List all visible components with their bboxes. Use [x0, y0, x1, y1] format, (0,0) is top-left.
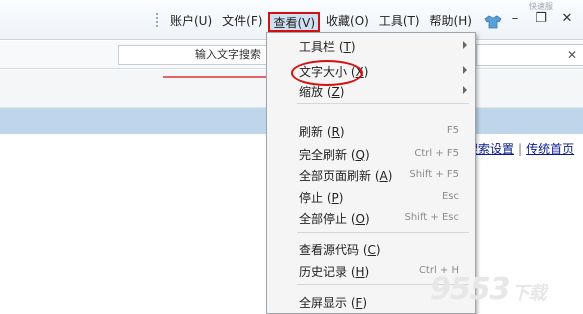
option-text: 工具栏 [299, 40, 336, 54]
menu-option-label: 全部停止 (O) [299, 212, 370, 226]
option-text: 全部页面刷新 [299, 169, 372, 183]
option-shortcut: Esc [441, 191, 459, 202]
menu-option-label: 全部页面刷新 (A) [299, 169, 393, 183]
menu-option-r[interactable]: 刷新 (R) F5 [267, 121, 475, 141]
menu-option-label: 历史记录 (H) [299, 265, 370, 279]
clear-address-icon[interactable]: ✕ [567, 48, 577, 62]
menu-option-label: 刷新 (R) [299, 125, 345, 139]
option-shortcut: F5 [446, 125, 459, 136]
menu-separator [297, 103, 469, 104]
option-accelerator: A [379, 169, 388, 183]
menu-option-label: 完全刷新 (Q) [299, 148, 370, 162]
option-shortcut: Shift + Esc [404, 212, 460, 223]
option-text: 缩放 [299, 85, 324, 99]
submenu-arrow-icon [463, 41, 467, 49]
menu-option-label: 查看源代码 (C) [299, 243, 381, 257]
menu-item-4[interactable]: 工具(T) [375, 12, 424, 32]
close-icon[interactable]: ✕ [559, 10, 575, 26]
skin-shirt-icon[interactable] [484, 15, 502, 29]
address-field[interactable]: ✕ [476, 44, 583, 66]
classic-homepage-link[interactable]: 传统首页 [526, 140, 574, 157]
menu-option-label: 缩放 (Z) [299, 85, 345, 99]
option-text: 历史记录 [299, 265, 348, 279]
menu-option-z[interactable]: 缩放 (Z) [267, 81, 475, 101]
option-text: 全屏显示 [299, 296, 348, 310]
menu-option-t[interactable]: 工具栏 (T) [267, 36, 475, 56]
watermark-logo: 9553 下载 [430, 272, 547, 307]
menu-option-p[interactable]: 停止 (P) Esc [267, 187, 475, 207]
option-accelerator: R [331, 125, 340, 139]
menu-item-1[interactable]: 文件(F) [218, 12, 266, 32]
option-accelerator: C [367, 243, 376, 257]
restore-icon[interactable]: ❐ [533, 10, 549, 26]
option-accelerator: F [355, 296, 363, 310]
menu-separator [297, 232, 469, 233]
toolbar-grip [156, 13, 158, 27]
option-shortcut: Shift + F5 [409, 169, 459, 180]
menu-bar: 账户(U) 文件(F) 查看(V) 收藏(O) 工具(T) 帮助(H) [166, 12, 502, 32]
menu-option-x[interactable]: 文字大小 (X) [267, 60, 475, 86]
menu-option-label: 停止 (P) [299, 191, 344, 205]
menu-option-q[interactable]: 完全刷新 (Q) Ctrl + F5 [267, 144, 475, 164]
option-accelerator: Q [355, 148, 365, 162]
option-text: 完全刷新 [299, 148, 348, 162]
option-text: 停止 [299, 191, 324, 205]
menu-option-label: 全屏显示 (F) [299, 296, 368, 310]
menu-option-c[interactable]: 查看源代码 (C) [267, 239, 475, 259]
menu-option-label: 工具栏 (T) [299, 40, 356, 54]
menu-option-a[interactable]: 全部页面刷新 (A) Shift + F5 [267, 165, 475, 185]
option-shortcut: Ctrl + F5 [414, 148, 459, 159]
menu-item-2[interactable]: 查看(V) [268, 12, 321, 32]
menu-option-o[interactable]: 全部停止 (O) Shift + Esc [267, 208, 475, 228]
option-text: 全部停止 [299, 212, 348, 226]
link-separator: | [518, 141, 523, 156]
option-text: 刷新 [299, 125, 324, 139]
window-controls: – ❐ ✕ [507, 10, 575, 26]
menu-item-3[interactable]: 收藏(O) [322, 12, 373, 32]
menu-item-5[interactable]: 帮助(H) [426, 12, 476, 32]
option-accelerator: Z [331, 85, 340, 99]
page-links: 搜索设置 | 传统首页 [466, 140, 574, 157]
option-text: 查看源代码 [299, 243, 360, 257]
option-accelerator: H [355, 265, 365, 279]
submenu-arrow-icon [463, 86, 467, 94]
watermark-number: 9553 [430, 272, 510, 307]
option-accelerator: P [331, 191, 339, 205]
menu-item-0[interactable]: 账户(U) [166, 12, 216, 32]
submenu-arrow-icon [463, 66, 467, 74]
watermark-suffix: 下载 [511, 283, 547, 304]
option-accelerator: O [355, 212, 365, 226]
minimize-icon[interactable]: – [507, 10, 523, 26]
search-input[interactable]: 输入文字搜索 [118, 45, 278, 65]
option-accelerator: T [343, 40, 351, 54]
